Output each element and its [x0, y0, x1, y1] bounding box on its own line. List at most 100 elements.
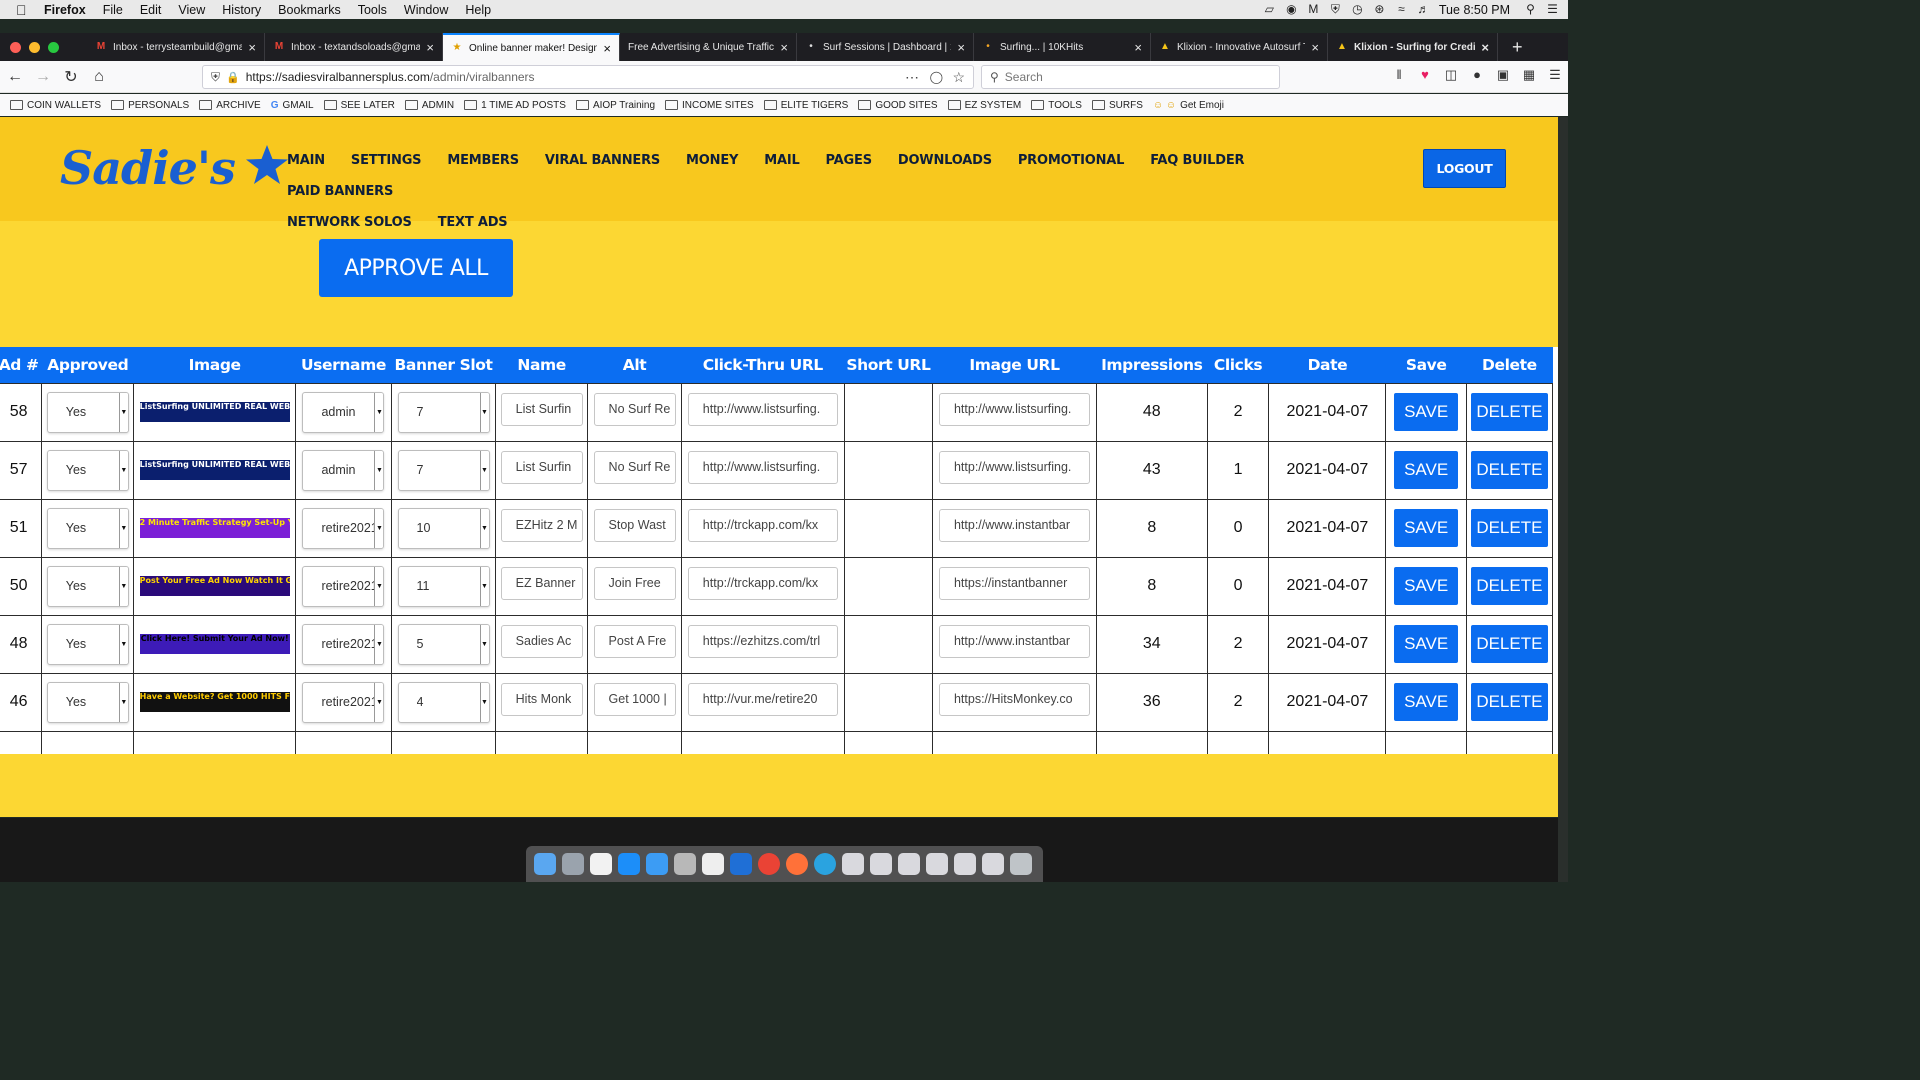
home-icon[interactable]: ⌂	[86, 64, 112, 90]
approved-select[interactable]: Yes ▼	[46, 449, 129, 491]
close-tab-icon[interactable]: ×	[1134, 40, 1142, 55]
close-tab-icon[interactable]: ×	[603, 41, 611, 56]
image-url-field[interactable]: http://www.listsurfing.	[938, 393, 1090, 426]
username-select[interactable]: admin ▼	[302, 391, 385, 433]
finder-icon[interactable]	[534, 853, 556, 875]
reload-icon[interactable]: ↻	[58, 64, 84, 90]
banner-image[interactable]: 2 Minute Traffic Strategy Set-Up Your Pe…	[139, 518, 290, 538]
menu-file[interactable]: File	[103, 3, 123, 17]
username-select[interactable]: retire2021 ▼	[302, 681, 385, 723]
document-icon[interactable]	[870, 853, 892, 875]
library-icon[interactable]: ‖	[1390, 67, 1408, 85]
bookmark-item[interactable]: AIOP Training	[575, 100, 655, 111]
bookmark-item[interactable]: EZ SYSTEM	[947, 100, 1021, 111]
image-url-field[interactable]: https://HitsMonkey.co	[938, 683, 1090, 716]
image-url-field[interactable]: https://instantbanner	[938, 567, 1090, 600]
search-input[interactable]: ⚲ Search	[981, 65, 1280, 89]
bookmark-item[interactable]: G GMAIL	[271, 100, 314, 111]
bookmark-item[interactable]: SEE LATER	[323, 100, 395, 111]
alt-field[interactable]: Join Free	[593, 567, 676, 600]
banner-slot-select[interactable]: 5 ▼	[397, 623, 490, 665]
alt-field[interactable]: Post A Fre	[593, 625, 676, 658]
username-select[interactable]: retire2021 ▼	[302, 623, 385, 665]
telegram-icon[interactable]	[814, 853, 836, 875]
approved-select[interactable]: Yes ▼	[46, 623, 129, 665]
app-store-icon[interactable]	[618, 853, 640, 875]
alt-field[interactable]: No Surf Re	[593, 393, 676, 426]
calendar-icon[interactable]	[590, 853, 612, 875]
firefox-icon[interactable]	[786, 853, 808, 875]
menu-app-name[interactable]: Firefox	[44, 3, 86, 17]
name-field[interactable]: EZHitz 2 M	[500, 509, 583, 542]
nav-money[interactable]: MONEY	[686, 145, 738, 176]
close-window-button[interactable]	[10, 41, 21, 53]
nav-paid-banners[interactable]: PAID BANNERS	[287, 176, 393, 207]
document-icon[interactable]	[842, 853, 864, 875]
click-thru-url-field[interactable]: http://www.listsurfing.	[687, 393, 838, 426]
name-field[interactable]: List Surfin	[500, 451, 583, 484]
save-button[interactable]: SAVE	[1394, 393, 1459, 431]
bookmark-item[interactable]: PERSONALS	[111, 100, 189, 111]
banner-slot-select[interactable]: 4 ▼	[397, 681, 490, 723]
banner-slot-select[interactable]: 7 ▼	[397, 449, 490, 491]
username-select[interactable]: retire2021 ▼	[302, 507, 385, 549]
bluetooth-icon[interactable]: ⊛	[1373, 3, 1386, 16]
save-button[interactable]: SAVE	[1394, 451, 1459, 489]
nav-main[interactable]: MAIN	[287, 145, 325, 176]
app-icon[interactable]	[730, 853, 752, 875]
click-thru-url-field[interactable]: http://vur.me/retire20	[687, 683, 838, 716]
tab[interactable]: ▲ Klixion - Surfing for Credits ×	[1328, 33, 1498, 61]
minimize-window-button[interactable]	[29, 41, 40, 53]
close-tab-icon[interactable]: ×	[426, 40, 434, 55]
nav-promotional[interactable]: PROMOTIONAL	[1018, 145, 1125, 176]
notes-icon[interactable]	[674, 853, 696, 875]
sidebar-icon[interactable]: ◫	[1442, 67, 1460, 85]
banner-slot-select[interactable]: 7 ▼	[397, 391, 490, 433]
menu-view[interactable]: View	[178, 3, 205, 17]
delete-button[interactable]: DELETE	[1470, 625, 1548, 663]
username-select[interactable]: retire2021 ▼	[302, 565, 385, 607]
name-field[interactable]: Hits Monk	[500, 683, 583, 716]
spotlight-search-icon[interactable]: ⚲	[1524, 3, 1537, 16]
approved-select[interactable]: Yes ▼	[46, 507, 129, 549]
delete-button[interactable]: DELETE	[1470, 393, 1548, 431]
apple-menu-icon[interactable]: 	[16, 3, 30, 17]
bookmark-item[interactable]: ELITE TIGERS	[763, 100, 848, 111]
wifi-icon[interactable]: ≈	[1395, 3, 1408, 16]
tab-active[interactable]: ★ Online banner maker! Design a ×	[443, 33, 620, 61]
name-field[interactable]: EZ Banner	[500, 567, 583, 600]
click-thru-url-field[interactable]: http://trckapp.com/kx	[687, 567, 838, 600]
image-url-field[interactable]: http://www.listsurfing.	[938, 451, 1090, 484]
delete-button[interactable]: DELETE	[1470, 451, 1548, 489]
forward-icon[interactable]: →	[30, 64, 56, 90]
document-icon[interactable]	[954, 853, 976, 875]
alt-field[interactable]: Get 1000 |	[593, 683, 676, 716]
nav-text-ads[interactable]: TEXT ADS	[438, 207, 508, 238]
close-tab-icon[interactable]: ×	[1481, 40, 1489, 55]
extension-icon[interactable]: ●	[1468, 67, 1486, 85]
tab[interactable]: M Inbox - terrysteambuild@gmai ×	[87, 33, 265, 61]
approved-select[interactable]: Yes ▼	[46, 391, 129, 433]
click-thru-url-field[interactable]: http://www.listsurfing.	[687, 451, 838, 484]
menu-help[interactable]: Help	[465, 3, 491, 17]
document-icon[interactable]	[926, 853, 948, 875]
menu-bookmarks[interactable]: Bookmarks	[278, 3, 341, 17]
document-icon[interactable]	[982, 853, 1004, 875]
save-button[interactable]: SAVE	[1394, 625, 1459, 663]
nav-faq-builder[interactable]: FAQ BUILDER	[1150, 145, 1244, 176]
logout-button[interactable]: LOGOUT	[1423, 149, 1506, 188]
bookmark-item[interactable]: ARCHIVE	[199, 100, 261, 111]
extension-icon[interactable]: ♥	[1416, 67, 1434, 85]
trash-icon[interactable]	[1010, 853, 1032, 875]
bookmark-item[interactable]: GOOD SITES	[858, 100, 938, 111]
pocket-icon[interactable]: ◯	[930, 70, 943, 84]
name-field[interactable]: List Surfin	[500, 393, 583, 426]
click-thru-url-field[interactable]: http://trckapp.com/kx	[687, 509, 838, 542]
approved-select[interactable]: Yes ▼	[46, 681, 129, 723]
delete-button[interactable]: DELETE	[1470, 567, 1548, 605]
banner-image[interactable]: Have a Website? Get 1000 HITS FREE!	[139, 692, 290, 712]
close-tab-icon[interactable]: ×	[780, 40, 788, 55]
notification-center-icon[interactable]: ☰	[1546, 3, 1559, 16]
banner-image[interactable]: ListSurfing UNLIMITED REAL WEBSITE VISIT…	[139, 402, 290, 422]
menu-edit[interactable]: Edit	[140, 3, 162, 17]
